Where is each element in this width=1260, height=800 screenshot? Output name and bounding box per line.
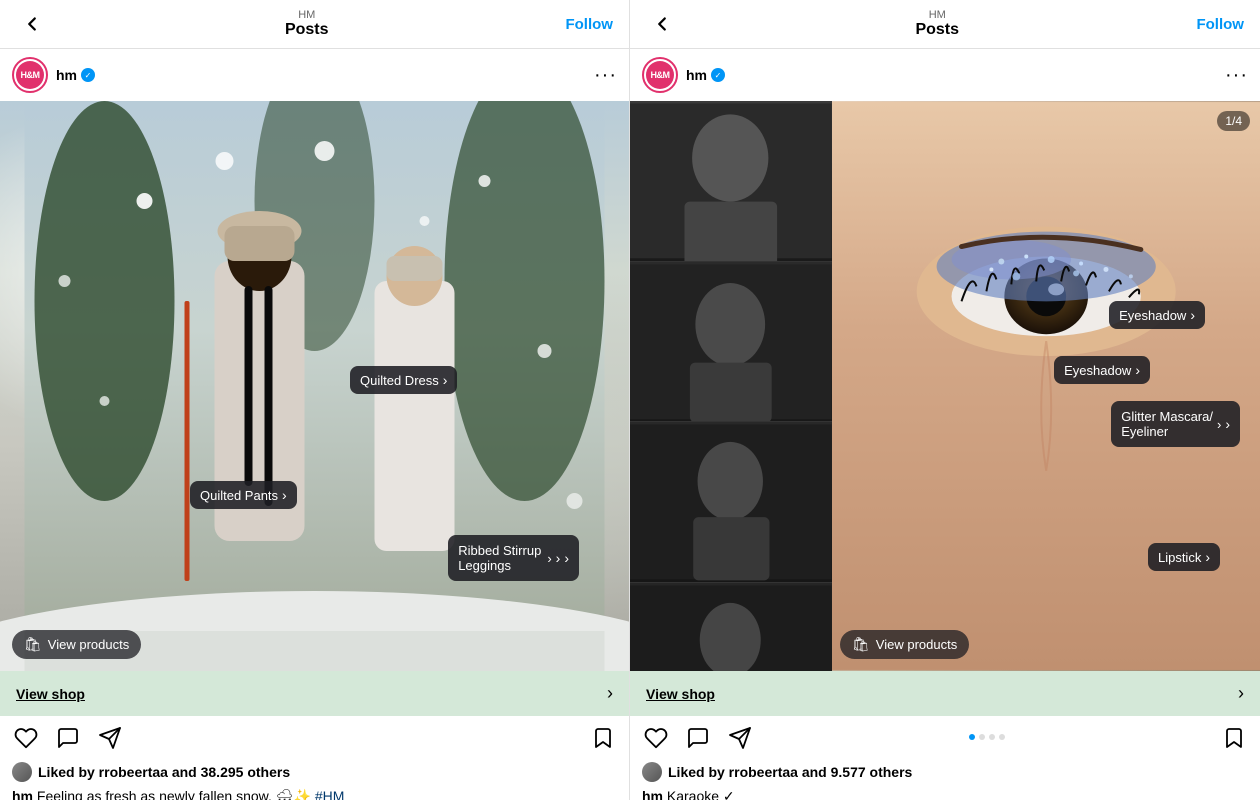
bag-icon-right: 🛍 xyxy=(852,636,870,653)
strip-cell-3 xyxy=(630,422,832,583)
header-subtitle-right: HM xyxy=(915,9,959,21)
verified-badge-left: ✓ xyxy=(81,68,95,82)
view-products-button-left[interactable]: 🛍 View products xyxy=(12,630,141,659)
like-button-left[interactable] xyxy=(12,724,40,752)
lipstick-tag[interactable]: Lipstick xyxy=(1148,543,1220,571)
share-button-right[interactable] xyxy=(726,724,754,752)
actions-row-right xyxy=(630,716,1260,760)
bookmark-button-right[interactable] xyxy=(1220,724,1248,752)
header-title-right: Posts xyxy=(915,21,959,39)
header-subtitle: HM xyxy=(285,9,329,21)
liker-avatar-right xyxy=(642,762,662,782)
view-products-label-right: View products xyxy=(876,637,957,652)
caption-line1: Karaoke ✓ xyxy=(667,788,735,800)
lipstick-label: Lipstick xyxy=(1158,550,1201,565)
quilted-pants-label: Quilted Pants xyxy=(200,488,278,503)
eyeshadow2-label: Eyeshadow xyxy=(1064,363,1131,378)
caption-hashtag-left[interactable]: #HM xyxy=(315,788,345,800)
view-shop-link-right[interactable]: View shop xyxy=(646,686,715,702)
chevron-right-left: › xyxy=(607,683,613,704)
caption-username-right[interactable]: hm xyxy=(642,788,663,800)
right-panel-header: HM Posts Follow xyxy=(630,0,1260,49)
left-panel-header: HM Posts Follow xyxy=(0,0,629,49)
strip-cell-4 xyxy=(630,583,832,671)
bag-icon-left: 🛍 xyxy=(24,636,42,653)
back-button-right[interactable] xyxy=(646,8,678,40)
caption-username-left[interactable]: hm xyxy=(12,788,33,800)
quilted-dress-label: Quilted Dress xyxy=(360,373,439,388)
header-center-right: HM Posts xyxy=(915,9,959,39)
username-row-right: hm ✓ xyxy=(686,67,725,83)
username-left[interactable]: hm xyxy=(56,67,77,83)
like-button-right[interactable] xyxy=(642,724,670,752)
fashion-photo xyxy=(0,101,629,671)
comment-button-left[interactable] xyxy=(54,724,82,752)
eyeshadow1-tag[interactable]: Eyeshadow xyxy=(1109,301,1205,329)
photo-strip xyxy=(630,101,832,671)
liker-avatar-left xyxy=(12,762,32,782)
view-shop-bar-left[interactable]: View shop › xyxy=(0,671,629,716)
comment-button-right[interactable] xyxy=(684,724,712,752)
strip-cell-2 xyxy=(630,262,832,423)
dot-2 xyxy=(979,734,985,740)
more-options-left[interactable]: ··· xyxy=(594,64,617,87)
actions-row-left xyxy=(0,716,629,760)
avatar-left[interactable]: H&M xyxy=(12,57,48,93)
bookmark-button-left[interactable] xyxy=(589,724,617,752)
ribbed-stirrup-tag[interactable]: Ribbed StirrupLeggings › xyxy=(448,535,579,581)
image-counter: 1/4 xyxy=(1217,111,1250,131)
view-products-button-right[interactable]: 🛍 View products xyxy=(840,630,969,659)
strip-cell-1 xyxy=(630,101,832,262)
header-title: Posts xyxy=(285,21,329,39)
more-options-right[interactable]: ··· xyxy=(1225,64,1248,87)
dot-1 xyxy=(969,734,975,740)
eyeshadow2-tag[interactable]: Eyeshadow xyxy=(1054,356,1150,384)
avatar-right[interactable]: H&M xyxy=(642,57,678,93)
eyeshadow1-label: Eyeshadow xyxy=(1119,308,1186,323)
share-button-left[interactable] xyxy=(96,724,124,752)
quilted-pants-tag[interactable]: Quilted Pants xyxy=(190,481,297,509)
back-button[interactable] xyxy=(16,8,48,40)
makeup-main-image xyxy=(832,101,1260,671)
follow-button-left[interactable]: Follow xyxy=(565,16,613,33)
caption-body-left: Feeling as fresh as newly fallen snow. 🌨… xyxy=(37,788,311,800)
left-panel: HM Posts Follow H&M hm ✓ ··· xyxy=(0,0,630,800)
verified-badge-right: ✓ xyxy=(711,68,725,82)
likes-row-left: Liked by rrobeertaa and 38.295 others xyxy=(0,760,629,786)
ribbed-stirrup-label: Ribbed StirrupLeggings › xyxy=(458,543,569,573)
quilted-dress-tag[interactable]: Quilted Dress xyxy=(350,366,457,394)
post-image-right: 1/4 Eyeshadow Eyeshadow Glitter Mascara/… xyxy=(630,101,1260,671)
likes-text-left: Liked by rrobeertaa and 38.295 others xyxy=(38,764,290,780)
makeup-photo: 1/4 Eyeshadow Eyeshadow Glitter Mascara/… xyxy=(630,101,1260,671)
dot-3 xyxy=(989,734,995,740)
carousel-dots xyxy=(768,734,1206,740)
post-header-right: H&M hm ✓ ··· xyxy=(630,49,1260,101)
right-panel: HM Posts Follow H&M hm ✓ ··· xyxy=(630,0,1260,800)
follow-button-right[interactable]: Follow xyxy=(1196,16,1244,33)
header-center: HM Posts xyxy=(285,9,329,39)
caption-row-right: hm Karaoke ✓ xyxy=(630,786,1260,800)
post-image-left: Quilted Dress Quilted Pants Ribbed Stirr… xyxy=(0,101,629,671)
post-header-left: H&M hm ✓ ··· xyxy=(0,49,629,101)
likes-text-right: Liked by rrobeertaa and 9.577 others xyxy=(668,764,912,780)
likes-row-right: Liked by rrobeertaa and 9.577 others xyxy=(630,760,1260,786)
username-row-left: hm ✓ xyxy=(56,67,95,83)
caption-row-left: hm Feeling as fresh as newly fallen snow… xyxy=(0,786,629,800)
chevron-right-right: › xyxy=(1238,683,1244,704)
glitter-tag[interactable]: Glitter Mascara/Eyeliner › xyxy=(1111,401,1240,447)
dot-4 xyxy=(999,734,1005,740)
view-shop-bar-right[interactable]: View shop › xyxy=(630,671,1260,716)
view-shop-link-left[interactable]: View shop xyxy=(16,686,85,702)
view-products-label-left: View products xyxy=(48,637,129,652)
username-right[interactable]: hm xyxy=(686,67,707,83)
